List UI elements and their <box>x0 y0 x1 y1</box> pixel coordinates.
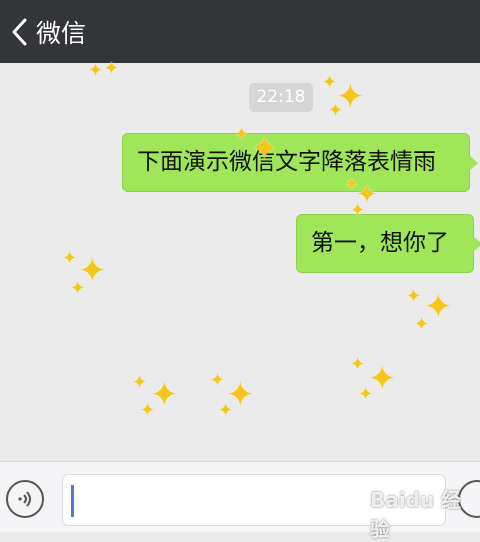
sparkle-icon: ✦ <box>250 129 279 169</box>
voice-icon[interactable] <box>6 480 44 518</box>
sparkle-icon: ✦ <box>350 200 366 221</box>
message-bubble[interactable]: 第一，想你了 <box>296 214 480 273</box>
sparkle-icon: ✦ <box>62 248 78 269</box>
sparkle-icon: ✦ <box>104 58 120 79</box>
sparkle-icon: ✦ <box>350 354 366 375</box>
sparkle-icon: ✦ <box>132 372 148 393</box>
chevron-left-icon <box>10 17 30 47</box>
sparkle-icon: ✦ <box>358 384 374 405</box>
sparkle-icon: ✦ <box>234 124 250 145</box>
sparkle-icon: ✦ <box>414 314 430 335</box>
sparkle-icon: ✦ <box>70 278 86 299</box>
top-bar: 微信 <box>0 0 480 63</box>
text-caret <box>71 485 74 517</box>
sparkle-icon: ✦ <box>218 400 234 421</box>
message-timestamp: 22:18 <box>249 83 313 112</box>
sparkle-icon: ✦ <box>406 286 422 307</box>
sparkle-icon: ✦ <box>328 100 344 121</box>
message-bubble[interactable]: 下面演示微信文字降落表情雨 <box>122 133 478 192</box>
watermark: Baidu 经验 <box>370 488 462 541</box>
sparkle-icon: ✦ <box>322 72 338 93</box>
back-label: 微信 <box>36 19 87 48</box>
back-button[interactable]: 微信 <box>10 12 86 52</box>
sparkle-icon: ✦ <box>210 370 226 391</box>
sparkle-icon: ✦ <box>140 400 156 421</box>
sparkle-icon: ✦ <box>88 60 104 81</box>
